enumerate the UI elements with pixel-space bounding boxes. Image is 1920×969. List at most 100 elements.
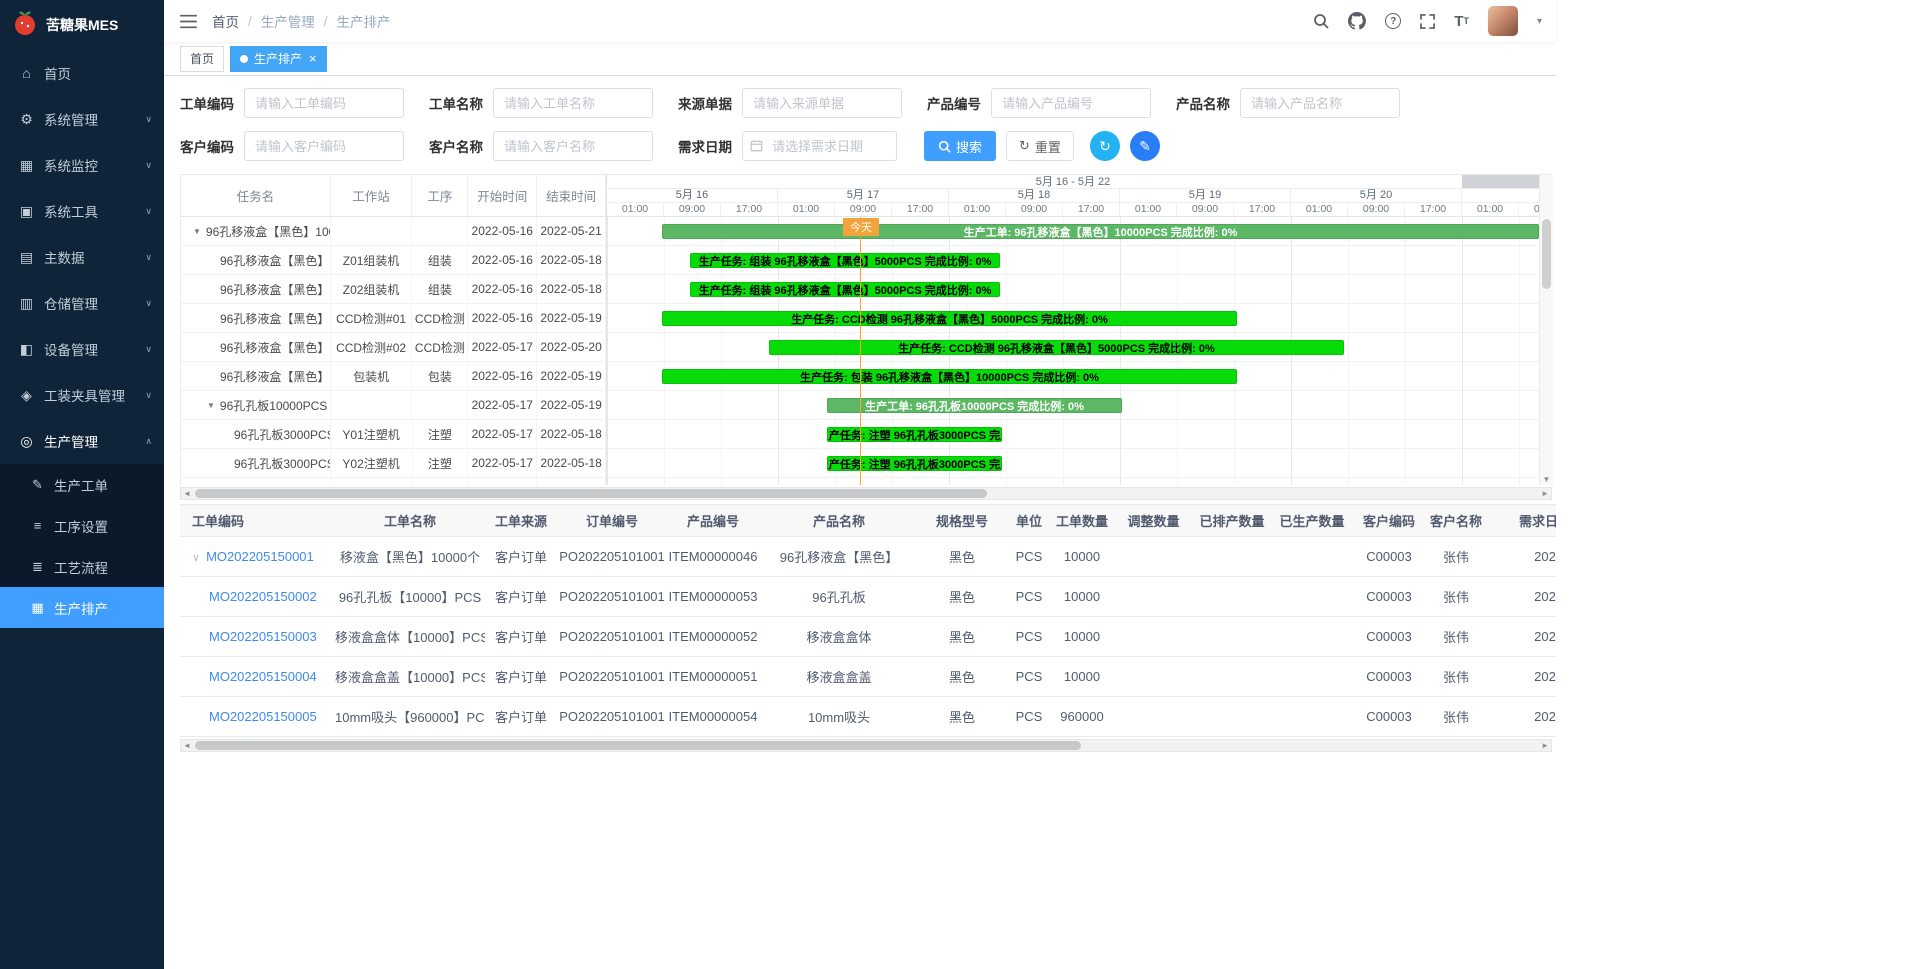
gantt-task-row[interactable]: 96孔移液盒【黑色】5000PCSZ02组装机组装2022-05-162022-… [181,275,606,304]
app-logo[interactable]: 苦糖果MES [0,0,164,50]
table-cell: 移液盒盒盖 [759,657,919,697]
collapse-icon[interactable]: ▼ [207,401,215,410]
scroll-right-arrow[interactable]: ► [1541,741,1549,750]
gantt-bar-task[interactable]: 生产任务: CCD检测 96孔移液盒【黑色】5000PCS 完成比例: 0% [662,311,1237,326]
table-column-header[interactable]: 工单数量 [1053,505,1111,537]
workorder-row[interactable]: MO202205150003移液盒盒体【10000】PCS客户订单PO20220… [180,617,1556,657]
gantt-bar-task[interactable]: 生产任务: 注塑 96孔孔板3000PCS 完成 [827,456,1002,471]
sidebar-item-system[interactable]: ⚙系统管理∨ [0,96,164,142]
workorder-link[interactable]: MO202205150003 [209,629,317,644]
gantt-task-row[interactable]: 96孔移液盒【黑色】10000PCS包装机包装2022-05-162022-05… [181,362,606,391]
reset-button[interactable]: ↻重置 [1006,131,1074,161]
table-column-header[interactable]: 已生产数量 [1268,505,1356,537]
table-column-header[interactable]: 规格型号 [919,505,1005,537]
scroll-right-arrow[interactable]: ► [1541,489,1549,498]
gantt-task-row[interactable]: 96孔孔板3000PCSY02注塑机注塑2022-05-172022-05-18 [181,449,606,478]
table-column-header[interactable]: 产品名称 [759,505,919,537]
customer-name-input[interactable] [493,131,653,161]
collapse-icon[interactable]: ▼ [193,227,201,236]
workorder-row[interactable]: MO20220515000296孔孔板【10000】PCS客户订单PO20220… [180,577,1556,617]
product-name-input[interactable] [1240,88,1400,118]
sidebar-subitem-flow[interactable]: ≣工艺流程 [0,546,164,587]
product-code-input[interactable] [991,88,1151,118]
workorder-row[interactable]: ∨MO202205150001移液盒【黑色】10000个客户订单PO202205… [180,537,1556,577]
workorder-link[interactable]: MO202205150005 [209,709,317,724]
scrollbar-thumb[interactable] [195,489,987,498]
table-column-header[interactable]: 客户名称 [1422,505,1490,537]
close-icon[interactable]: × [309,51,317,66]
wo-code-input[interactable] [244,88,404,118]
due-date-input[interactable] [742,131,897,161]
gantt-bar-project[interactable]: 生产工单: 96孔孔板10000PCS 完成比例: 0% [827,398,1122,413]
scroll-left-arrow[interactable]: ◄ [183,489,191,498]
gantt-task-row[interactable]: 96孔移液盒【黑色】5000PCSCCD检测#02CCD检测2022-05-17… [181,333,606,362]
gantt-task-row[interactable]: 96孔孔板3000PCSY03注塑机注塑2022-05-172022-05-18 [181,478,606,485]
gantt-task-row[interactable]: ▼96孔孔板10000PCS2022-05-172022-05-19 [181,391,606,420]
fullscreen-icon[interactable] [1420,14,1435,29]
font-size-icon[interactable]: TT [1454,14,1469,29]
gantt-bar-task[interactable]: 生产任务: CCD检测 96孔移液盒【黑色】5000PCS 完成比例: 0% [769,340,1344,355]
gantt-bar-project[interactable]: 生产工单: 96孔移液盒【黑色】10000PCS 完成比例: 0% [662,224,1539,239]
avatar[interactable] [1488,6,1518,36]
github-icon[interactable] [1348,12,1366,30]
sidebar-subitem-process[interactable]: ≡工序设置 [0,505,164,546]
gantt-hour-label: 01:00 [1462,203,1519,216]
gantt-bar-task[interactable]: 生产任务: 注塑 96孔孔板3000PCS 完成 [827,427,1002,442]
gantt-task-row[interactable]: 96孔移液盒【黑色】5000PCSZ01组装机组装2022-05-162022-… [181,246,606,275]
table-column-header[interactable]: 工单编码 [180,505,335,537]
chevron-down-icon[interactable]: ▾ [1537,16,1542,27]
expand-icon[interactable]: ∨ [192,552,200,564]
gantt-bar-task[interactable]: 生产任务: 组装 96孔移液盒【黑色】5000PCS 完成比例: 0% [690,282,1000,297]
gantt-bar-task[interactable]: 生产任务: 包装 96孔移液盒【黑色】10000PCS 完成比例: 0% [662,369,1237,384]
sidebar-item-production[interactable]: ◎生产管理∧ [0,418,164,464]
table-column-header[interactable]: 需求日期 [1490,505,1556,537]
customer-code-input[interactable] [244,131,404,161]
gantt-horizontal-scrollbar[interactable]: ◄ ► [180,487,1552,500]
gantt-task-row[interactable]: ▼96孔移液盒【黑色】10000PCS2022-05-162022-05-21 [181,217,606,246]
table-column-header[interactable]: 单位 [1005,505,1053,537]
workorder-row[interactable]: MO20220515000510mm吸头【960000】PCS客户订单PO202… [180,697,1556,737]
tab-home[interactable]: 首页 [180,46,224,72]
scrollbar-thumb[interactable] [1542,219,1551,289]
table-column-header[interactable]: 工单来源 [485,505,557,537]
wo-name-input[interactable] [493,88,653,118]
sidebar-item-warehouse[interactable]: ▥仓储管理∨ [0,280,164,326]
sidebar-subitem-schedule[interactable]: ▦生产排产 [0,587,164,628]
table-horizontal-scrollbar[interactable]: ◄ ► [180,739,1552,752]
scroll-left-arrow[interactable]: ◄ [183,741,191,750]
search-icon[interactable] [1313,13,1329,29]
source-doc-input[interactable] [742,88,902,118]
scroll-down-arrow[interactable]: ▼ [1540,475,1553,484]
workorder-link[interactable]: MO202205150004 [209,669,317,684]
table-column-header[interactable]: 产品编号 [667,505,759,537]
hamburger-menu-icon[interactable] [180,14,197,29]
edit-button[interactable]: ✎ [1130,131,1160,161]
table-column-header[interactable]: 订单编号 [557,505,667,537]
refresh-button[interactable]: ↻ [1090,131,1120,161]
sidebar-item-tools[interactable]: ▣系统工具∨ [0,188,164,234]
tab-schedule[interactable]: 生产排产× [230,46,327,72]
sidebar-item-device[interactable]: ◧设备管理∨ [0,326,164,372]
table-column-header[interactable]: 调整数量 [1111,505,1196,537]
table-column-header[interactable]: 工单名称 [335,505,485,537]
gantt-task-row[interactable]: 96孔孔板3000PCSY01注塑机注塑2022-05-172022-05-18 [181,420,606,449]
breadcrumb-item[interactable]: 生产排产 [337,11,391,31]
search-button[interactable]: 搜索 [924,131,996,161]
sidebar-item-monitor[interactable]: ▦系统监控∨ [0,142,164,188]
gantt-vertical-scrollbar[interactable]: ▼ [1539,175,1553,485]
sidebar-item-fixture[interactable]: ◈工装夹具管理∨ [0,372,164,418]
table-column-header[interactable]: 已排产数量 [1196,505,1268,537]
sidebar-item-home[interactable]: ⌂首页 [0,50,164,96]
scrollbar-thumb[interactable] [195,741,1081,750]
workorder-link[interactable]: MO202205150001 [206,549,314,564]
sidebar-subitem-workorder[interactable]: ✎生产工单 [0,464,164,505]
breadcrumb-item[interactable]: 生产管理 [261,11,315,31]
workorder-row[interactable]: MO202205150004移液盒盒盖【10000】PCS客户订单PO20220… [180,657,1556,697]
gantt-bar-task[interactable]: 生产任务: 组装 96孔移液盒【黑色】5000PCS 完成比例: 0% [690,253,1000,268]
sidebar-item-masterdata[interactable]: ▤主数据∨ [0,234,164,280]
breadcrumb-item[interactable]: 首页 [212,11,239,31]
table-column-header[interactable]: 客户编码 [1356,505,1422,537]
gantt-task-row[interactable]: 96孔移液盒【黑色】5000PCSCCD检测#01CCD检测2022-05-16… [181,304,606,333]
help-icon[interactable]: ? [1385,13,1401,29]
workorder-link[interactable]: MO202205150002 [209,589,317,604]
